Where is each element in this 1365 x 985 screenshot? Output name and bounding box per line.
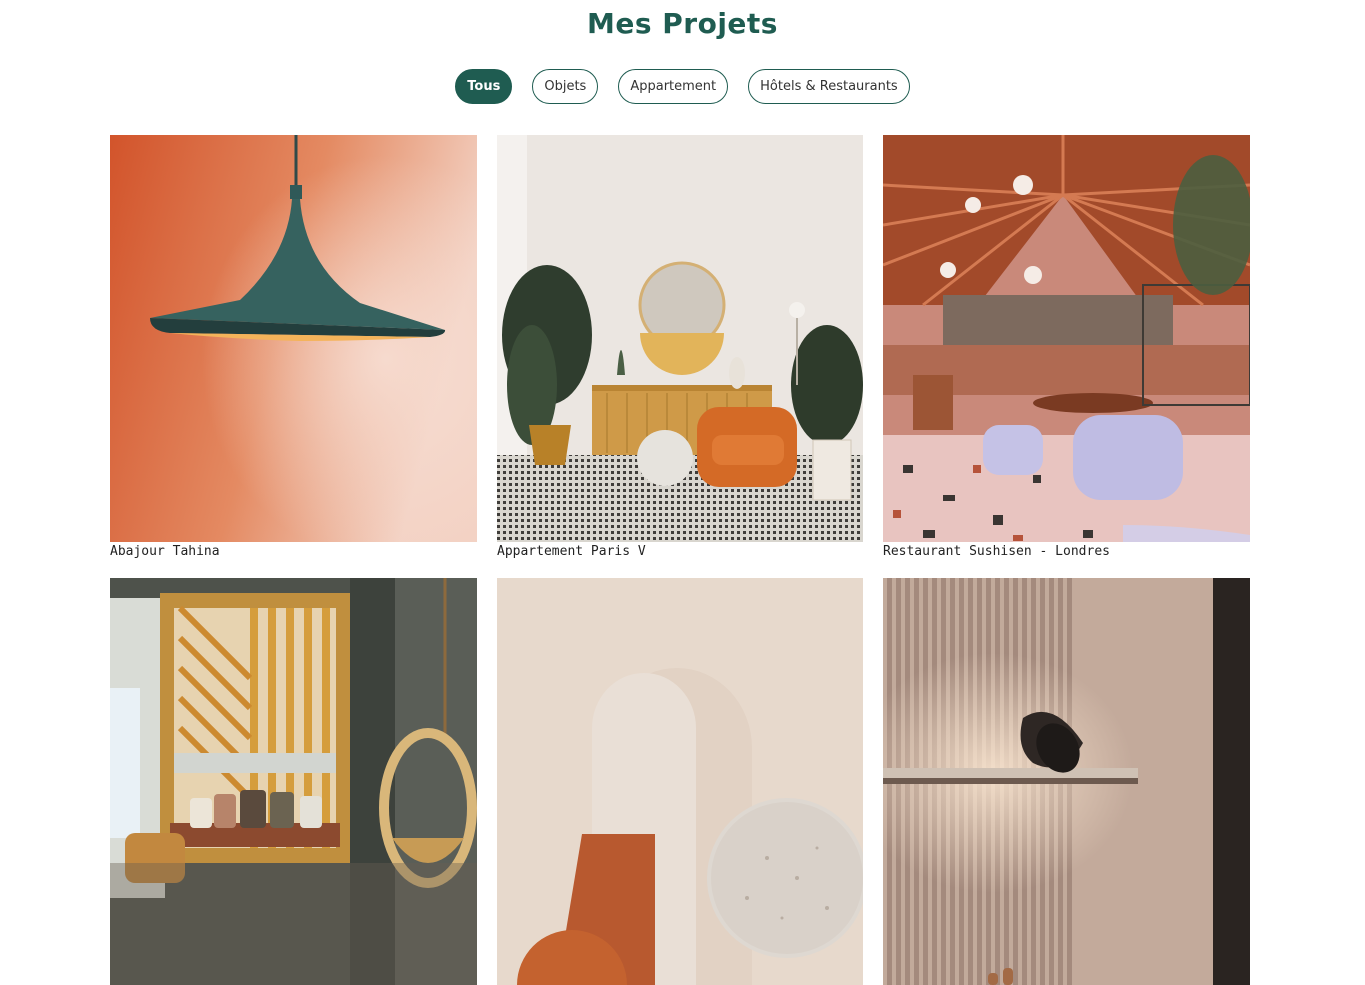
filter-objets[interactable]: Objets xyxy=(532,69,599,104)
wall-sconce-image xyxy=(883,578,1250,985)
project-caption[interactable]: Abajour Tahina xyxy=(110,544,477,560)
page-title: Mes Projets xyxy=(587,7,778,40)
project-caption[interactable]: Restaurant Sushisen - Londres xyxy=(883,544,1250,560)
filter-appartement[interactable]: Appartement xyxy=(618,69,729,104)
restaurant-image xyxy=(883,135,1250,542)
project-image[interactable] xyxy=(497,578,864,985)
project-image[interactable] xyxy=(497,135,864,542)
filter-bar: Tous Objets Appartement Hôtels & Restaur… xyxy=(0,69,1365,104)
project-image[interactable] xyxy=(883,135,1250,542)
project-image[interactable] xyxy=(110,135,477,542)
living-room-image xyxy=(497,135,863,542)
project-caption[interactable]: Appartement Paris V xyxy=(497,544,864,560)
filter-hotels-restaurants[interactable]: Hôtels & Restaurants xyxy=(748,69,910,104)
pendant-lamp-image xyxy=(110,135,477,542)
beige-arch-image xyxy=(497,578,863,985)
window-bench-image xyxy=(110,578,477,985)
filter-tous[interactable]: Tous xyxy=(455,69,513,104)
project-image[interactable] xyxy=(883,578,1250,985)
project-image[interactable] xyxy=(110,578,477,985)
